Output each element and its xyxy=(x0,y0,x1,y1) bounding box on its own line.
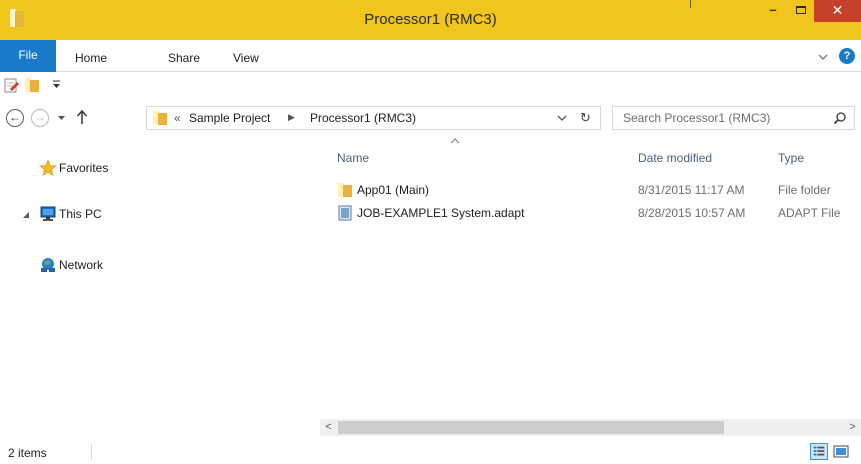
breadcrumb-processor1[interactable]: Processor1 (RMC3) xyxy=(310,111,416,125)
expand-this-pc-icon[interactable] xyxy=(21,210,31,220)
network-icon xyxy=(41,258,55,272)
file-type: File folder xyxy=(778,183,831,197)
file-list: Name Date modified Type App01 (Main) 8/3… xyxy=(320,137,861,419)
nav-item-label: This PC xyxy=(59,207,102,221)
folder-icon xyxy=(153,111,167,125)
file-type: ADAPT File xyxy=(778,206,841,220)
address-row: ← → « Sample Project ▶ Processor1 (RMC3)… xyxy=(0,99,861,137)
horizontal-scrollbar[interactable]: < > xyxy=(320,419,861,436)
file-row[interactable]: JOB-EXAMPLE1 System.adapt 8/28/2015 10:5… xyxy=(332,203,861,223)
nav-item-this-pc[interactable]: This PC xyxy=(19,203,309,225)
scroll-left-button[interactable]: < xyxy=(320,419,337,436)
tab-home[interactable]: Home xyxy=(75,51,107,65)
column-header-type[interactable]: Type xyxy=(778,151,804,165)
file-name: App01 (Main) xyxy=(357,183,430,197)
ribbon: File Home Share View ? xyxy=(0,40,861,72)
close-button[interactable]: ✕ xyxy=(814,0,861,22)
nav-item-favorites[interactable]: Favorites xyxy=(19,157,309,179)
forward-button[interactable]: → xyxy=(31,109,49,127)
breadcrumb-sample-project[interactable]: Sample Project xyxy=(189,111,270,125)
status-bar: 2 items xyxy=(0,438,861,464)
breadcrumb-separator-icon[interactable]: ▶ xyxy=(288,112,295,123)
window-title: Processor1 (RMC3) xyxy=(364,11,497,28)
properties-icon[interactable] xyxy=(4,77,20,93)
scroll-right-button[interactable]: > xyxy=(844,419,861,436)
details-view-icon[interactable] xyxy=(810,443,828,460)
column-header-date-modified[interactable]: Date modified xyxy=(638,151,712,165)
file-row[interactable]: App01 (Main) 8/31/2015 11:17 AM File fol… xyxy=(332,180,861,200)
back-button[interactable]: ← xyxy=(6,109,24,127)
title-bar[interactable]: Processor1 (RMC3) – ✕ xyxy=(0,0,861,40)
navigation-pane: Favorites This PC Network xyxy=(0,137,316,438)
refresh-icon[interactable]: ↻ xyxy=(580,110,594,126)
breadcrumb-overflow[interactable]: « xyxy=(174,111,181,125)
folder-icon xyxy=(338,183,352,197)
address-dropdown-icon[interactable] xyxy=(557,113,567,123)
search-icon[interactable] xyxy=(833,111,847,125)
maximize-button[interactable] xyxy=(788,0,814,22)
quick-access-toolbar xyxy=(0,73,861,99)
item-count: 2 items xyxy=(8,446,47,460)
file-date-modified: 8/31/2015 11:17 AM xyxy=(638,183,745,197)
search-input[interactable] xyxy=(613,107,823,129)
status-divider xyxy=(91,444,92,460)
maximize-icon xyxy=(796,6,806,14)
large-icons-view-icon[interactable] xyxy=(833,444,849,459)
file-date-modified: 8/28/2015 10:57 AM xyxy=(638,206,746,220)
address-bar[interactable]: « Sample Project ▶ Processor1 (RMC3) ↻ xyxy=(146,106,601,130)
tab-view[interactable]: View xyxy=(233,51,259,65)
search-box[interactable] xyxy=(612,106,855,130)
tab-file[interactable]: File xyxy=(0,40,56,72)
recent-locations-chevron-icon[interactable] xyxy=(57,113,66,122)
new-folder-icon[interactable] xyxy=(24,77,40,93)
expand-ribbon-chevron-icon[interactable] xyxy=(818,52,828,62)
nav-item-label: Network xyxy=(59,258,104,272)
computer-icon xyxy=(40,206,56,221)
minimize-button[interactable]: – xyxy=(760,0,786,22)
nav-item-network[interactable]: Network xyxy=(19,254,309,276)
help-icon[interactable]: ? xyxy=(839,48,855,64)
nav-item-label: Favorites xyxy=(59,161,109,175)
sort-ascending-icon xyxy=(450,138,460,144)
title-bar-mark xyxy=(690,0,691,8)
scrollbar-thumb[interactable] xyxy=(338,421,724,434)
star-icon xyxy=(39,159,57,177)
adapt-file-icon xyxy=(338,205,352,221)
customize-dropdown-icon[interactable] xyxy=(52,80,61,89)
tab-share[interactable]: Share xyxy=(168,51,200,65)
file-name: JOB-EXAMPLE1 System.adapt xyxy=(357,206,525,220)
up-arrow-icon[interactable] xyxy=(76,109,88,125)
column-header-name[interactable]: Name xyxy=(337,151,369,165)
